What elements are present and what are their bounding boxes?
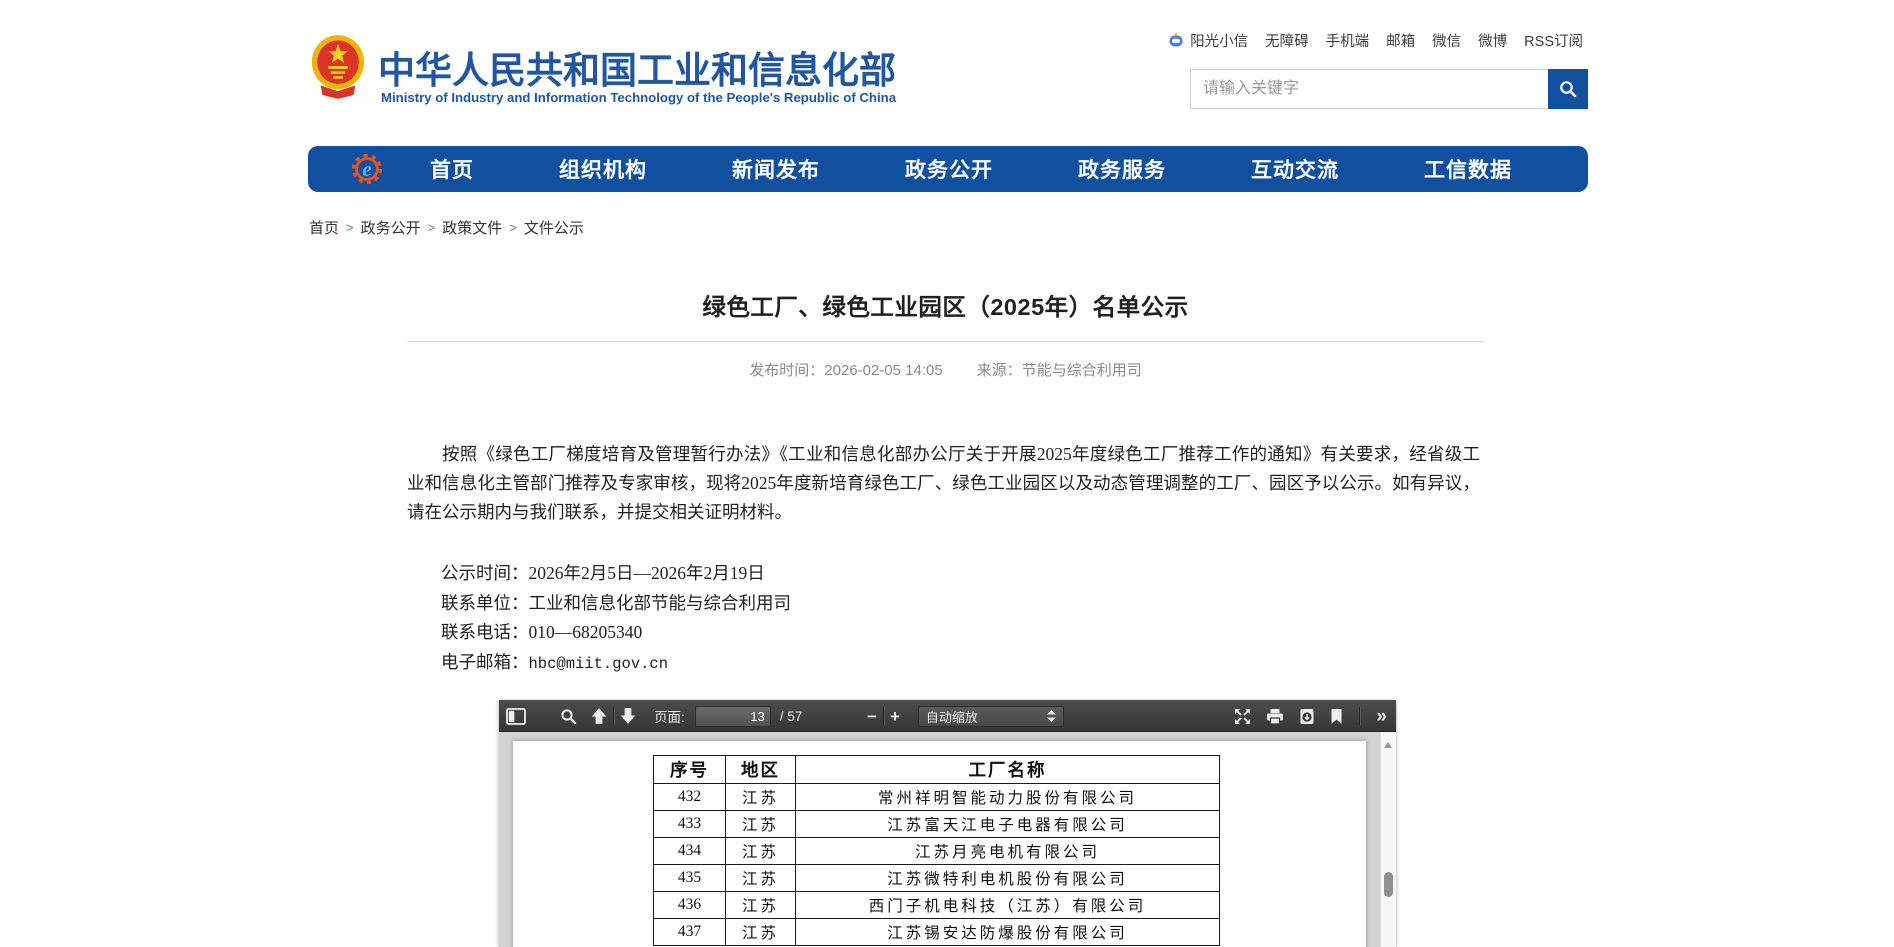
zoom-select-value: 自动缩放: [926, 707, 978, 726]
page-number-input[interactable]: [695, 706, 771, 727]
toolbar-separator: [883, 707, 884, 725]
svg-text:e: e: [362, 158, 371, 181]
article-paragraph: 按照《绿色工厂梯度培育及管理暂行办法》《工业和信息化部办公厅关于开展2025年度…: [407, 440, 1480, 527]
table-header-row: 序号 地区 工厂名称: [654, 756, 1220, 784]
table-row: 436 江苏 西门子机电科技（江苏）有限公司: [654, 892, 1220, 919]
col-header-no: 序号: [654, 756, 726, 784]
scroll-up-icon[interactable]: [1384, 742, 1392, 748]
toolbar-separator: [613, 707, 614, 725]
bookmark-button[interactable]: [1330, 708, 1343, 725]
bookmark-icon: [1330, 708, 1343, 725]
contact-info: 公示时间：2026年2月5日—2026年2月19日 联系单位：工业和信息化部节能…: [441, 559, 791, 679]
contact-line-email: 电子邮箱：hbc@miit.gov.cn: [441, 648, 791, 680]
site-subtitle: Ministry of Industry and Information Tec…: [381, 90, 896, 105]
quick-link-mail[interactable]: 邮箱: [1386, 30, 1415, 51]
breadcrumb-separator: >: [346, 220, 354, 235]
pdf-toolbar: 页面: / 57 − + 自动缩放: [499, 700, 1396, 732]
pdf-viewer: 页面: / 57 − + 自动缩放: [499, 700, 1396, 947]
nav-items: 首页 组织机构 新闻发布 政务公开 政务服务 互动交流 工信数据: [430, 154, 1512, 184]
factory-table: 序号 地区 工厂名称 432 江苏 常州祥明智能动力股份有限公司 433 江苏 …: [653, 755, 1220, 946]
article-meta: 发布时间：2026-02-05 14:05 来源：节能与综合利用司: [407, 359, 1484, 380]
toolbar-separator: [1359, 707, 1360, 725]
breadcrumb-separator: >: [509, 220, 517, 235]
nav-item-gov-openness[interactable]: 政务公开: [905, 154, 993, 184]
contact-line-period: 公示时间：2026年2月5日—2026年2月19日: [441, 559, 791, 589]
pdf-content-area: 序号 地区 工厂名称 432 江苏 常州祥明智能动力股份有限公司 433 江苏 …: [499, 732, 1396, 947]
zoom-select[interactable]: 自动缩放: [918, 706, 1064, 727]
find-icon: [560, 708, 577, 725]
zoom-out-button[interactable]: −: [867, 708, 877, 725]
download-icon: [1299, 708, 1315, 725]
presentation-mode-button[interactable]: [1234, 708, 1251, 725]
sidebar-toggle-icon: [506, 708, 526, 725]
breadcrumb-current: 文件公示: [524, 217, 584, 238]
scrollbar-thumb[interactable]: [1384, 872, 1393, 897]
quick-link-mobile[interactable]: 手机端: [1326, 30, 1370, 51]
miit-gear-icon: e: [350, 152, 384, 186]
download-button[interactable]: [1299, 708, 1315, 725]
nav-item-news[interactable]: 新闻发布: [732, 154, 820, 184]
page-down-icon: [618, 707, 638, 725]
nav-item-data[interactable]: 工信数据: [1424, 154, 1512, 184]
select-spinner-icon: [1047, 710, 1056, 722]
nav-item-interaction[interactable]: 互动交流: [1251, 154, 1339, 184]
quick-link-rss[interactable]: RSS订阅: [1524, 30, 1583, 51]
find-button[interactable]: [560, 708, 577, 725]
site-title: 中华人民共和国工业和信息化部: [378, 40, 896, 94]
breadcrumb: 首页 > 政务公开 > 政策文件 > 文件公示: [309, 217, 584, 238]
presentation-mode-icon: [1234, 708, 1251, 725]
pdf-page: 序号 地区 工厂名称 432 江苏 常州祥明智能动力股份有限公司 433 江苏 …: [513, 741, 1366, 947]
print-icon: [1266, 708, 1284, 725]
table-row: 437 江苏 江苏锡安达防爆股份有限公司: [654, 919, 1220, 946]
page-total: / 57: [780, 709, 803, 724]
robot-icon: [1167, 31, 1185, 49]
table-row: 434 江苏 江苏月亮电机有限公司: [654, 838, 1220, 865]
quick-links: 阳光小信 无障碍 手机端 邮箱 微信 微博 RSS订阅: [1167, 29, 1583, 51]
publish-time-label: 发布时间：: [749, 362, 824, 379]
previous-page-button[interactable]: [589, 707, 609, 725]
table-row: 432 江苏 常州祥明智能动力股份有限公司: [654, 784, 1220, 811]
table-row: 433 江苏 江苏富天江电子电器有限公司: [654, 811, 1220, 838]
page-up-icon: [589, 707, 609, 725]
quick-link-wechat[interactable]: 微信: [1432, 30, 1461, 51]
contact-line-unit: 联系单位：工业和信息化部节能与综合利用司: [441, 589, 791, 619]
nav-item-home[interactable]: 首页: [430, 154, 474, 184]
sidebar-toggle-button[interactable]: [506, 708, 526, 725]
source-label: 来源：: [977, 362, 1022, 379]
breadcrumb-separator: >: [428, 220, 436, 235]
search-button[interactable]: [1548, 69, 1588, 109]
national-emblem-icon: [309, 33, 367, 99]
breadcrumb-home[interactable]: 首页: [309, 217, 339, 238]
more-tools-button[interactable]: »: [1376, 707, 1387, 726]
page-number-label: 页面:: [654, 706, 685, 726]
quick-link-xiaoxin[interactable]: 阳光小信: [1167, 30, 1248, 51]
email-value: hbc@miit.gov.cn: [529, 655, 669, 673]
pdf-scrollbar[interactable]: [1380, 732, 1396, 947]
contact-line-phone: 联系电话：010—68205340: [441, 618, 791, 648]
search-icon: [1558, 79, 1578, 99]
quick-link-accessibility[interactable]: 无障碍: [1265, 30, 1309, 51]
title-divider: [407, 341, 1484, 342]
nav-item-gov-services[interactable]: 政务服务: [1078, 154, 1166, 184]
search-input[interactable]: [1190, 69, 1548, 109]
search-bar: [1190, 69, 1588, 109]
breadcrumb-gov-openness[interactable]: 政务公开: [361, 217, 421, 238]
page-title: 绿色工厂、绿色工业园区（2025年）名单公示: [407, 288, 1484, 322]
zoom-in-button[interactable]: +: [890, 708, 900, 725]
nav-item-organization[interactable]: 组织机构: [559, 154, 647, 184]
source-value: 节能与综合利用司: [1022, 362, 1142, 379]
publish-time-value: 2026-02-05 14:05: [824, 362, 942, 379]
main-nav: e 首页 组织机构 新闻发布 政务公开 政务服务 互动交流 工信数据: [308, 146, 1588, 192]
col-header-region: 地区: [726, 756, 796, 784]
col-header-name: 工厂名称: [796, 756, 1220, 784]
breadcrumb-policy-docs[interactable]: 政策文件: [442, 217, 502, 238]
quick-link-weibo[interactable]: 微博: [1478, 30, 1507, 51]
table-row: 435 江苏 江苏微特利电机股份有限公司: [654, 865, 1220, 892]
print-button[interactable]: [1266, 708, 1284, 725]
next-page-button[interactable]: [618, 707, 638, 725]
